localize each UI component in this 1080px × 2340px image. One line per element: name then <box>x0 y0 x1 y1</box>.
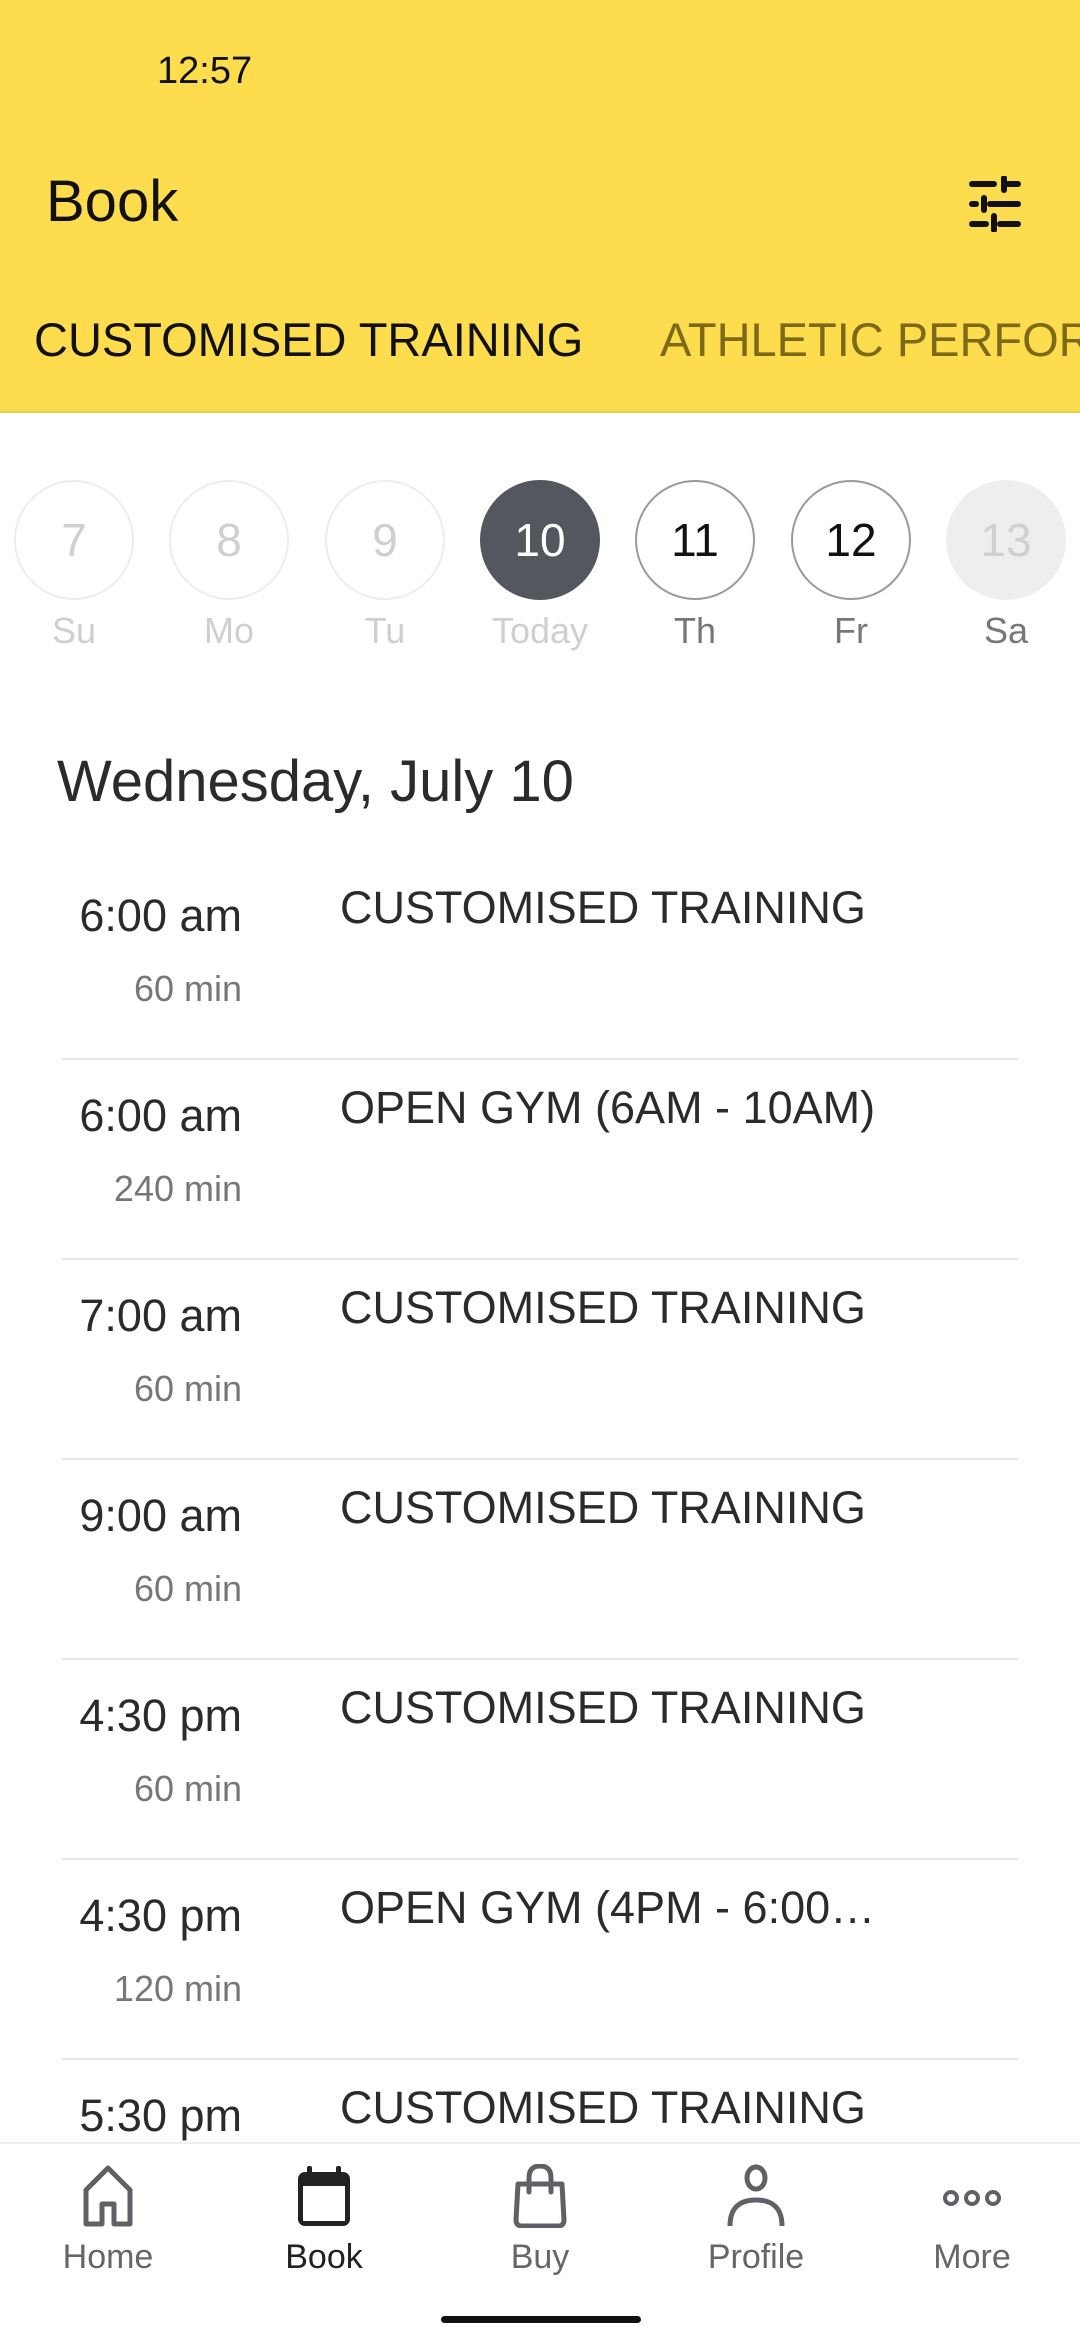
day-number: 12 <box>791 480 911 600</box>
nav-label: Buy <box>510 2238 570 2276</box>
day-thursday[interactable]: 11 Th <box>635 480 755 652</box>
class-time: 6:00 am <box>79 1090 242 1141</box>
class-time: 4:30 pm <box>79 1690 242 1741</box>
nav-label: More <box>933 2238 1011 2276</box>
nav-more[interactable]: More <box>864 2164 1080 2277</box>
shopping-bag-icon <box>513 2164 567 2228</box>
day-number: 9 <box>325 480 445 600</box>
day-label: Sa <box>983 610 1029 651</box>
sliders-icon <box>969 175 1021 233</box>
category-tabs: CUSTOMISED TRAINING ATHLETIC PERFOR <box>0 312 1080 382</box>
nav-label: Home <box>62 2238 154 2276</box>
day-sunday[interactable]: 7 Su <box>14 480 134 652</box>
day-picker: 7 Su 8 Mo 9 Tu 10 Today 11 Th 12 Fr 13 S… <box>0 480 1080 660</box>
class-duration: 240 min <box>113 1168 242 1209</box>
calendar-icon <box>298 2166 350 2226</box>
app-header: 12:57 Book CUSTOMISED TRAINING ATHLETIC … <box>0 0 1080 413</box>
class-name: CUSTOMISED TRAINING <box>340 1482 866 1533</box>
class-time: 9:00 am <box>79 1490 242 1541</box>
day-monday[interactable]: 8 Mo <box>169 480 289 652</box>
class-row[interactable]: 6:00 am 240 min OPEN GYM (6AM - 10AM) <box>0 1060 1080 1260</box>
day-label: Today <box>491 610 589 651</box>
day-number: 13 <box>946 480 1066 600</box>
nav-profile[interactable]: Profile <box>648 2164 864 2277</box>
class-row[interactable]: 7:00 am 60 min CUSTOMISED TRAINING <box>0 1260 1080 1460</box>
class-row[interactable]: 6:00 am 60 min CUSTOMISED TRAINING <box>0 860 1080 1060</box>
day-number: 8 <box>169 480 289 600</box>
day-friday[interactable]: 12 Fr <box>791 480 911 652</box>
day-label: Th <box>673 610 716 651</box>
day-number: 7 <box>14 480 134 600</box>
class-duration: 60 min <box>133 1768 242 1809</box>
class-duration: 120 min <box>113 1968 242 2009</box>
class-row[interactable]: 4:30 pm 120 min OPEN GYM (4PM - 6:00… <box>0 1860 1080 2060</box>
day-label: Tu <box>364 610 406 651</box>
class-name: OPEN GYM (4PM - 6:00… <box>340 1882 876 1933</box>
day-label: Su <box>51 610 97 651</box>
day-number: 11 <box>635 480 755 600</box>
status-bar-time: 12:57 <box>157 50 253 92</box>
class-name: CUSTOMISED TRAINING <box>340 1282 866 1333</box>
home-indicator[interactable] <box>441 2316 641 2323</box>
class-list: 6:00 am 60 min CUSTOMISED TRAINING 6:00 … <box>0 860 1080 2260</box>
class-name: CUSTOMISED TRAINING <box>340 2082 866 2133</box>
tab-athletic-performance[interactable]: ATHLETIC PERFOR <box>660 312 1080 367</box>
class-name: CUSTOMISED TRAINING <box>340 882 866 933</box>
day-label: Mo <box>203 610 254 651</box>
class-time: 5:30 pm <box>79 2090 242 2141</box>
class-time: 4:30 pm <box>79 1890 242 1941</box>
page-title: Book <box>46 169 179 234</box>
date-heading: Wednesday, July 10 <box>57 749 574 814</box>
day-today[interactable]: 10 Today <box>480 480 600 652</box>
home-icon <box>83 2165 133 2227</box>
nav-home[interactable]: Home <box>0 2164 216 2277</box>
nav-label: Profile <box>707 2238 805 2276</box>
class-name: OPEN GYM (6AM - 10AM) <box>340 1082 876 1133</box>
day-tuesday[interactable]: 9 Tu <box>325 480 445 652</box>
day-number: 10 <box>480 480 600 600</box>
class-duration: 60 min <box>133 1568 242 1609</box>
nav-book[interactable]: Book <box>216 2164 432 2277</box>
more-dots-icon <box>943 2190 1001 2206</box>
class-duration: 60 min <box>133 968 242 1009</box>
filter-button[interactable] <box>966 175 1026 233</box>
nav-buy[interactable]: Buy <box>432 2164 648 2277</box>
day-saturday[interactable]: 13 Sa <box>946 480 1066 652</box>
class-time: 7:00 am <box>79 1290 242 1341</box>
bottom-navigation: Home Book Buy Profile More <box>0 2142 1080 2340</box>
nav-label: Book <box>285 2238 363 2276</box>
class-row[interactable]: 9:00 am 60 min CUSTOMISED TRAINING <box>0 1460 1080 1660</box>
class-name: CUSTOMISED TRAINING <box>340 1682 866 1733</box>
class-duration: 60 min <box>133 1368 242 1409</box>
class-time: 6:00 am <box>79 890 242 941</box>
tab-customised-training[interactable]: CUSTOMISED TRAINING <box>34 312 583 367</box>
person-icon <box>727 2164 785 2227</box>
class-row[interactable]: 4:30 pm 60 min CUSTOMISED TRAINING <box>0 1660 1080 1860</box>
day-label: Fr <box>834 610 868 651</box>
